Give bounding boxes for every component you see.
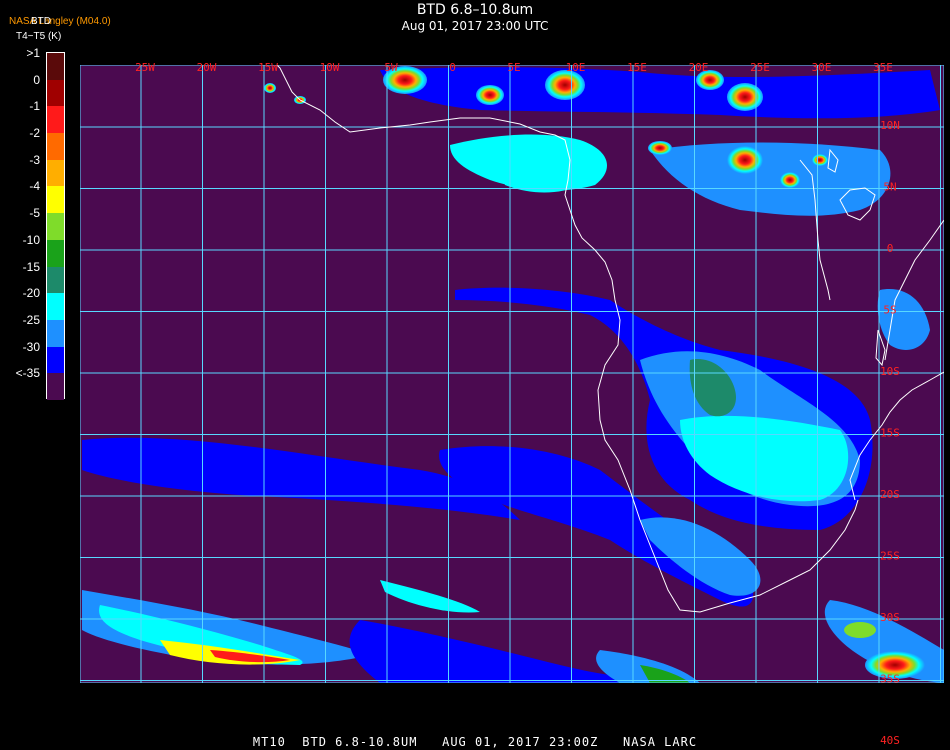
latitude-label: 15S (880, 427, 900, 440)
latitude-label: 5N (883, 181, 896, 194)
latitude-label: 10N (880, 119, 900, 132)
longitude-label: 0 (449, 61, 456, 74)
longitude-label: 35E (873, 61, 893, 74)
longitude-label: 25W (135, 61, 155, 74)
latitude-label: 20S (880, 488, 900, 501)
longitude-label: 5E (507, 61, 520, 74)
footer-caption: MT10 BTD 6.8-10.8UM AUG 01, 2017 23:00Z … (252, 735, 698, 749)
longitude-label: 15E (627, 61, 647, 74)
latitude-label: 35S (880, 673, 900, 686)
longitude-label: 5W (384, 61, 398, 74)
longitude-label: 20W (197, 61, 217, 74)
longitude-label: 30E (812, 61, 832, 74)
latitude-label: 30S (880, 611, 900, 624)
longitude-label: 15W (258, 61, 278, 74)
longitude-label: 10W (320, 61, 340, 74)
latitude-label: 5S (883, 304, 896, 317)
latitude-label: 0 (887, 242, 894, 255)
longitude-label: 25E (750, 61, 770, 74)
satellite-map: 25W 20W 15W 10W 5W 0 5E 10E 15E 20E 25E 30E 35E 10N 5N… (80, 61, 944, 747)
longitude-label: 10E (566, 61, 586, 74)
latitude-label: 25S (880, 550, 900, 563)
latitude-label: 10S (880, 365, 900, 378)
longitude-label: 20E (689, 61, 709, 74)
